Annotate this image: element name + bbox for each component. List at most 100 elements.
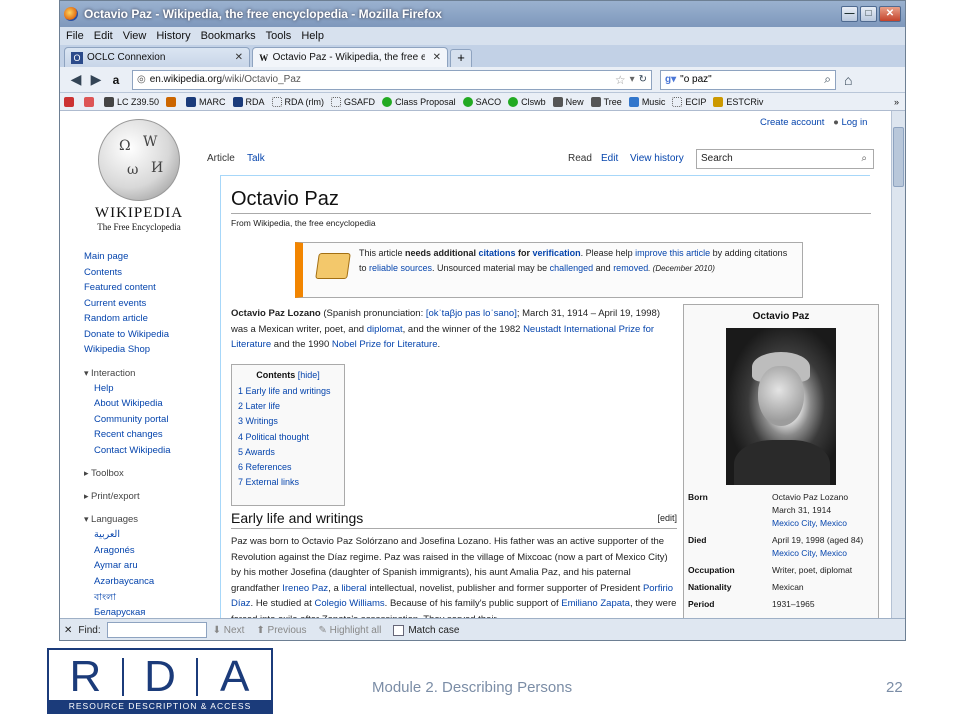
language-link[interactable]: Aymar aru [84, 560, 200, 576]
reliable-sources-link[interactable]: reliable sources [369, 263, 432, 273]
toc-item[interactable]: 4 Political thought [238, 432, 338, 447]
highlight-all-button[interactable]: ✎ Highlight all [318, 625, 381, 636]
dropdown-arrow-icon[interactable]: ▾ [630, 74, 635, 85]
sidebar-contact[interactable]: Contact Wikipedia [84, 445, 200, 461]
back-arrow-icon[interactable]: ◀ [66, 71, 86, 88]
portrait-photo[interactable] [726, 328, 836, 485]
bookmark-star-icon[interactable]: ☆ [615, 73, 626, 87]
minimize-button[interactable]: — [841, 6, 858, 22]
language-link[interactable]: Aragonés [84, 545, 200, 561]
bookmark-tree[interactable]: Tree [590, 96, 622, 107]
search-icon[interactable]: ⌕ [861, 153, 867, 164]
language-link[interactable]: Беларуская [84, 607, 200, 619]
menu-bookmarks[interactable]: Bookmarks [201, 30, 256, 42]
bookmark-class-proposal[interactable]: Class Proposal [382, 96, 456, 107]
menu-view[interactable]: View [123, 30, 147, 42]
bookmark-icon-3[interactable] [166, 96, 179, 107]
menu-file[interactable]: File [66, 30, 84, 42]
bookmark-icon-1[interactable] [64, 96, 77, 107]
sidebar-shop[interactable]: Wikipedia Shop [84, 344, 200, 360]
sidebar-about[interactable]: About Wikipedia [84, 398, 200, 414]
new-tab-button[interactable]: + [450, 49, 472, 67]
bookmark-marc[interactable]: MARC [186, 96, 226, 107]
ipa-link[interactable]: [okˈtaβjo pas loˈsano] [426, 308, 517, 319]
tab-read[interactable]: Read [568, 153, 592, 164]
bookmark-new[interactable]: New [552, 96, 584, 107]
log-in-link[interactable]: Log in [841, 117, 867, 128]
sidebar-main-page[interactable]: Main page [84, 251, 200, 267]
toc-item[interactable]: 1 Early life and writings [238, 386, 338, 401]
sidebar-community-portal[interactable]: Community portal [84, 414, 200, 430]
search-icon[interactable]: ⌕ [824, 72, 831, 87]
bookmark-gsafd[interactable]: GSAFD [331, 96, 375, 107]
toc-item[interactable]: 2 Later life [238, 401, 338, 416]
find-previous-button[interactable]: ⬆ Previous [256, 625, 306, 636]
bookmark-estcriv[interactable]: ESTCRiv [713, 96, 763, 107]
sidebar-featured-content[interactable]: Featured content [84, 282, 200, 298]
improve-link[interactable]: improve this article [635, 248, 710, 258]
bookmark-rda[interactable]: RDA [232, 96, 265, 107]
menu-history[interactable]: History [156, 30, 190, 42]
bookmarks-overflow-icon[interactable]: » [894, 97, 899, 107]
scrollbar-thumb[interactable] [893, 127, 904, 187]
removed-link[interactable]: removed [613, 263, 648, 273]
url-bar[interactable]: ◎ en.wikipedia.org /wiki/Octavio_Paz ☆ ▾… [132, 69, 652, 90]
reload-icon[interactable]: ↻ [639, 74, 647, 85]
vertical-scrollbar[interactable] [891, 111, 905, 618]
sidebar-interaction-heading[interactable]: Interaction [84, 368, 200, 383]
close-button[interactable]: ✕ [879, 6, 901, 22]
colegio-williams-link[interactable]: Colegio Williams [314, 598, 384, 609]
verification-link[interactable]: verification [533, 248, 581, 258]
tab-close-icon[interactable]: ✕ [433, 52, 441, 63]
mexico-city-link[interactable]: Mexico City, Mexico [772, 518, 847, 528]
bookmark-clswb[interactable]: Clswb [508, 96, 546, 107]
tab-octavio-paz[interactable]: W Octavio Paz - Wikipedia, the free ency… [252, 47, 448, 67]
bookmark-rda-rlm[interactable]: RDA (rlm) [271, 96, 324, 107]
diplomat-link[interactable]: diplomat [367, 324, 403, 335]
create-account-link[interactable]: Create account [760, 117, 824, 128]
tab-view-history[interactable]: View history [630, 153, 684, 164]
close-find-icon[interactable]: ✕ [64, 625, 72, 636]
tab-article[interactable]: Article [207, 153, 235, 164]
maximize-button[interactable]: □ [860, 6, 877, 22]
menu-edit[interactable]: Edit [94, 30, 113, 42]
language-link[interactable]: বাংলা [84, 591, 200, 607]
wikipedia-search-input[interactable]: Search ⌕ [696, 149, 874, 169]
sidebar-random-article[interactable]: Random article [84, 313, 200, 329]
wikipedia-logo[interactable]: Ω W ω И Wikipedia The Free Encyclopedia [84, 119, 194, 232]
nobel-link[interactable]: Nobel Prize for Literature [332, 339, 438, 350]
mexico-city-link[interactable]: Mexico City, Mexico [772, 548, 847, 558]
toc-item[interactable]: 6 References [238, 462, 338, 477]
toc-item[interactable]: 5 Awards [238, 447, 338, 462]
bookmark-lc-z3950[interactable]: LC Z39.50 [104, 96, 159, 107]
toc-item[interactable]: 3 Writings [238, 416, 338, 431]
search-bar[interactable]: g▾ "o paz" ⌕ [660, 69, 836, 90]
toc-hide-link[interactable]: [hide] [298, 370, 320, 380]
language-link[interactable]: العربية [84, 529, 200, 545]
amazon-icon[interactable]: a [106, 73, 126, 87]
liberal-link[interactable]: liberal [341, 583, 366, 594]
emiliano-zapata-link[interactable]: Emiliano Zapata [561, 598, 630, 609]
home-icon[interactable]: ⌂ [844, 72, 852, 88]
toc-item[interactable]: 7 External links [238, 477, 338, 492]
bookmark-icon-2[interactable] [84, 96, 97, 107]
bookmark-saco[interactable]: SACO [462, 96, 501, 107]
tab-oclc-connexion[interactable]: O OCLC Connexion ✕ [64, 47, 250, 67]
sidebar-help[interactable]: Help [84, 383, 200, 399]
find-next-button[interactable]: ⬇ Next [213, 625, 245, 636]
sidebar-contents[interactable]: Contents [84, 267, 200, 283]
tab-edit[interactable]: Edit [601, 153, 618, 164]
find-input[interactable] [106, 622, 207, 638]
match-case-checkbox[interactable] [393, 624, 405, 636]
section-edit-link[interactable]: [edit] [657, 513, 677, 523]
forward-arrow-icon[interactable]: ▶ [86, 71, 106, 88]
citations-link[interactable]: citations [479, 248, 516, 258]
bookmark-ecip[interactable]: ECIP [672, 96, 706, 107]
sidebar-current-events[interactable]: Current events [84, 298, 200, 314]
tab-close-icon[interactable]: ✕ [235, 52, 243, 63]
sidebar-languages-heading[interactable]: Languages [84, 514, 200, 529]
sidebar-recent-changes[interactable]: Recent changes [84, 429, 200, 445]
ireneo-paz-link[interactable]: Ireneo Paz [282, 583, 328, 594]
tab-talk[interactable]: Talk [247, 153, 265, 164]
menu-help[interactable]: Help [301, 30, 324, 42]
